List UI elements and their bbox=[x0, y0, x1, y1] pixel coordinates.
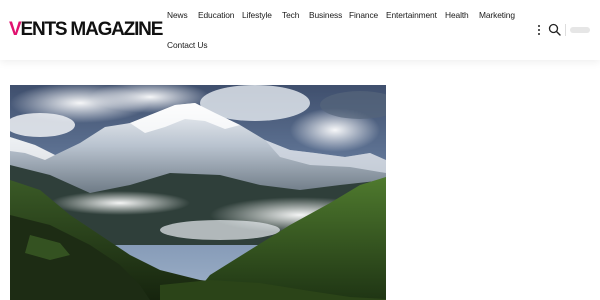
site-logo[interactable]: VENTS MAGAZINE bbox=[9, 19, 163, 41]
nav-item-finance[interactable]: Finance bbox=[349, 10, 378, 20]
nav-item-lifestyle[interactable]: Lifestyle bbox=[242, 10, 272, 20]
nav-item-education[interactable]: Education bbox=[198, 10, 234, 20]
nav-item-tech[interactable]: Tech bbox=[282, 10, 299, 20]
header-divider bbox=[565, 24, 566, 36]
logo-text: ENTS MAGAZINE bbox=[20, 19, 163, 40]
search-icon[interactable] bbox=[548, 23, 561, 36]
nav-item-news[interactable]: News bbox=[167, 10, 188, 20]
nav-item-contact-us[interactable]: Contact Us bbox=[167, 40, 208, 50]
header-toggle-placeholder[interactable] bbox=[570, 27, 590, 33]
nav-item-business[interactable]: Business bbox=[309, 10, 342, 20]
featured-image[interactable] bbox=[10, 85, 386, 300]
logo-initial: V bbox=[9, 19, 22, 40]
nav-item-health[interactable]: Health bbox=[445, 10, 469, 20]
vertical-dots-icon[interactable] bbox=[534, 23, 544, 37]
mountain-landscape-photo bbox=[10, 85, 386, 300]
nav-item-entertainment[interactable]: Entertainment bbox=[386, 10, 437, 20]
main-nav: News Education Lifestyle Tech Business F… bbox=[167, 0, 527, 60]
site-header: VENTS MAGAZINE News Education Lifestyle … bbox=[0, 0, 600, 60]
nav-item-marketing[interactable]: Marketing bbox=[479, 10, 515, 20]
